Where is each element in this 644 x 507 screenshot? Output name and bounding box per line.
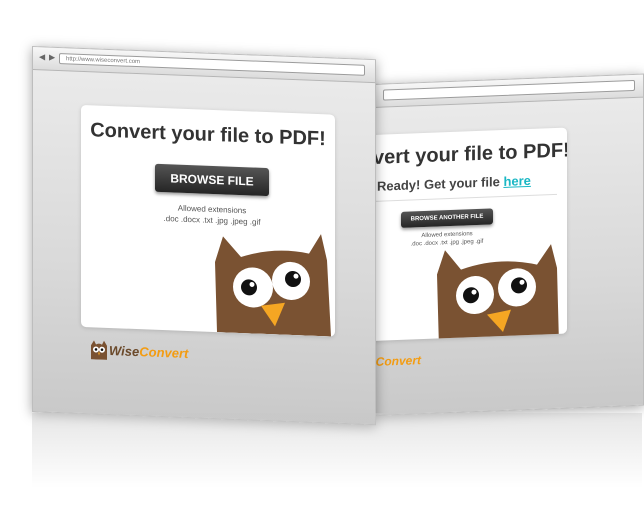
logo-text: eConvert bbox=[372, 353, 422, 370]
page-title: Convert your file to PDF! bbox=[90, 119, 326, 151]
forward-icon[interactable]: ▶ bbox=[49, 53, 55, 62]
reflection bbox=[32, 413, 642, 507]
page-title: vert your file to PDF! bbox=[373, 139, 567, 169]
logo-convert-text: Convert bbox=[139, 343, 189, 361]
browser-toolbar bbox=[373, 74, 643, 108]
ready-message: Ready! Get your file here bbox=[377, 173, 531, 194]
wiseconvert-logo: Wise Convert bbox=[89, 339, 188, 363]
browser-toolbar: ◀ ▶ http://www.wiseconvert.com bbox=[33, 47, 375, 84]
address-bar[interactable]: http://www.wiseconvert.com bbox=[59, 53, 365, 76]
wiseconvert-logo: eConvert bbox=[372, 353, 421, 369]
browser-window-result: vert your file to PDF! Ready! Get your f… bbox=[372, 73, 644, 416]
address-bar[interactable] bbox=[383, 79, 635, 101]
owl-logo-icon bbox=[91, 340, 107, 360]
browse-file-button[interactable]: BROWSE FILE bbox=[155, 163, 269, 197]
browser-window-upload: ◀ ▶ http://www.wiseconvert.com Convert y… bbox=[32, 46, 376, 426]
divider bbox=[375, 193, 557, 202]
owl-mascot-icon bbox=[437, 244, 559, 342]
logo-wise-text: Wise bbox=[109, 342, 140, 359]
browse-another-file-button[interactable]: BROWSE ANOTHER FILE bbox=[401, 208, 493, 228]
back-icon[interactable]: ◀ bbox=[39, 52, 45, 61]
ready-text: Ready! Get your file bbox=[377, 174, 500, 194]
owl-mascot-icon bbox=[215, 234, 331, 337]
result-panel: vert your file to PDF! Ready! Get your f… bbox=[372, 127, 567, 342]
upload-panel: Convert your file to PDF! BROWSE FILE Al… bbox=[81, 104, 335, 337]
download-here-link[interactable]: here bbox=[503, 173, 530, 189]
